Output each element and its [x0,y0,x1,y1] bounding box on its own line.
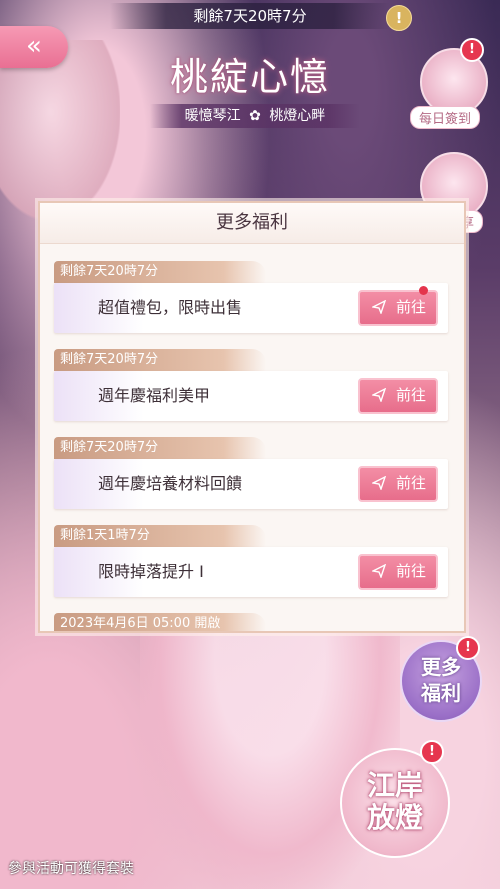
daily-signin-badge: ! [460,38,484,62]
event-countdown: 剩餘7天20時7分 [110,3,390,29]
lantern-button-line1: 江岸 [366,769,423,802]
river-lantern-button[interactable]: 江岸 放燈 [340,748,450,858]
item-label: 週年慶福利美甲 [98,386,211,405]
item-label: 超值禮包，限時出售 [98,298,243,317]
go-button-label: 前往 [396,563,427,580]
go-button[interactable]: 前往 [358,554,438,590]
item-label: 限時掉落提升 I [98,562,204,581]
list-row: 超值禮包，限時出售 前往 [54,283,448,333]
more-benefits-badge: ! [456,636,480,660]
event-subtitle: 暖憶琴江 ✿ 桃燈心畔 [150,104,360,128]
paper-plane-icon [372,300,386,314]
open-date-tag: 2023年4月6日 05:00 開啟 [54,613,266,631]
paper-plane-icon [372,564,386,578]
notification-dot [419,286,428,295]
benefits-list[interactable]: 剩餘7天20時7分 超值禮包，限時出售 前往 剩餘7天20時7分 週年慶福利美甲… [40,245,464,631]
lantern-button-line2: 放燈 [366,801,423,834]
countdown-tag: 剩餘7天20時7分 [54,437,266,459]
flower-icon: ✿ [249,108,261,124]
go-button[interactable]: 前往 [358,378,438,414]
go-button-label: 前往 [396,299,427,316]
lantern-button-badge: ! [420,740,444,764]
subtitle-right: 桃燈心畔 [269,108,326,124]
countdown-tag: 剩餘7天20時7分 [54,349,266,371]
more-benefits-line2: 福利 [421,681,461,705]
daily-signin-label: 每日簽到 [410,106,481,129]
event-title: 桃綻心憶 [169,55,330,99]
subtitle-left: 暖憶琴江 [184,108,241,124]
go-button[interactable]: 前往 [358,286,438,326]
countdown-tag: 剩餘7天20時7分 [54,261,266,283]
back-button[interactable]: « [0,26,68,68]
list-row: 週年慶福利美甲 前往 [54,371,448,421]
item-label: 週年慶培養材料回饋 [98,474,243,493]
list-row: 週年慶培養材料回饋 前往 [54,459,448,509]
countdown-tag: 剩餘1天1時7分 [54,525,266,547]
footer-hint: 參與活動可獲得套裝 [8,861,134,877]
paper-plane-icon [372,476,386,490]
list-row: 限時掉落提升 I 前往 [54,547,448,597]
paper-plane-icon [372,388,386,402]
panel-title: 更多福利 [40,203,464,244]
go-button[interactable]: 前往 [358,466,438,502]
go-button-label: 前往 [396,387,427,404]
more-benefits-panel: 更多福利 剩餘7天20時7分 超值禮包，限時出售 前往 剩餘7天20時7分 週年… [38,201,466,633]
go-button-label: 前往 [396,475,427,492]
info-icon[interactable]: ! [386,5,412,31]
